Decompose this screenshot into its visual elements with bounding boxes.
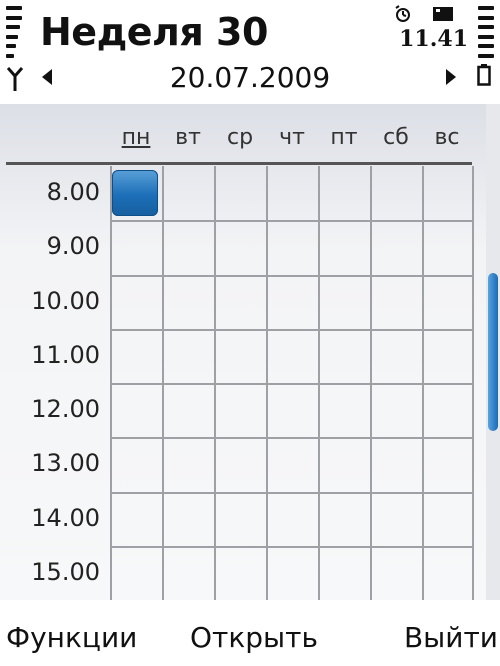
grid-row-line xyxy=(110,275,472,277)
signal-strength-icon xyxy=(6,6,22,58)
day-header[interactable]: вс xyxy=(422,120,472,156)
grid-row-line xyxy=(110,220,472,222)
hour-label: 15.00 xyxy=(31,557,100,586)
grid-row-line xyxy=(110,437,472,439)
day-header[interactable]: пн xyxy=(110,120,162,156)
grid-row-line xyxy=(110,383,472,385)
calendar-event[interactable] xyxy=(112,170,158,216)
day-header[interactable]: ср xyxy=(214,120,266,156)
grid-row-line xyxy=(110,546,472,548)
hour-label: 8.00 xyxy=(46,178,100,206)
date-navigation: 20.07.2009 xyxy=(0,60,500,100)
day-header[interactable]: чт xyxy=(266,120,318,156)
calendar-week-view: Неделя 30 11.41 20.07.2009 пн вт ср чт пт сб в… xyxy=(0,0,500,666)
battery-icon xyxy=(477,64,491,86)
hour-label: 10.00 xyxy=(31,286,100,315)
grid-row-line xyxy=(110,492,472,494)
grid-row-line xyxy=(110,329,472,331)
day-header[interactable]: сб xyxy=(370,120,422,156)
open-softkey[interactable]: Открыть xyxy=(190,618,318,658)
day-header[interactable]: пт xyxy=(318,120,370,156)
hour-label: 12.00 xyxy=(31,395,100,423)
header-divider xyxy=(6,162,472,165)
exit-softkey[interactable]: Выйти xyxy=(404,618,498,658)
alarm-icon xyxy=(395,5,410,22)
day-header[interactable]: вт xyxy=(162,120,214,156)
hour-label: 13.00 xyxy=(31,449,100,478)
hour-label: 9.00 xyxy=(46,232,100,261)
hour-label: 14.00 xyxy=(31,503,100,532)
week-grid xyxy=(110,166,474,600)
scrollbar-thumb[interactable] xyxy=(488,272,498,432)
softkey-bar: Функции Открыть Выйти xyxy=(0,604,500,666)
next-week-arrow[interactable] xyxy=(446,69,456,85)
clock: 11.41 xyxy=(399,26,468,52)
hour-label: 11.00 xyxy=(31,340,100,369)
battery-level-icon xyxy=(478,6,494,58)
current-date: 20.07.2009 xyxy=(169,61,331,94)
grid-column-line xyxy=(472,166,474,600)
memory-card-icon xyxy=(433,7,453,21)
functions-softkey[interactable]: Функции xyxy=(6,618,137,658)
page-title: Неделя 30 xyxy=(40,10,268,54)
week-grid-area: пн вт ср чт пт сб вс 8.00 9.00 10.00 11.00 12.00 13… xyxy=(0,104,486,600)
